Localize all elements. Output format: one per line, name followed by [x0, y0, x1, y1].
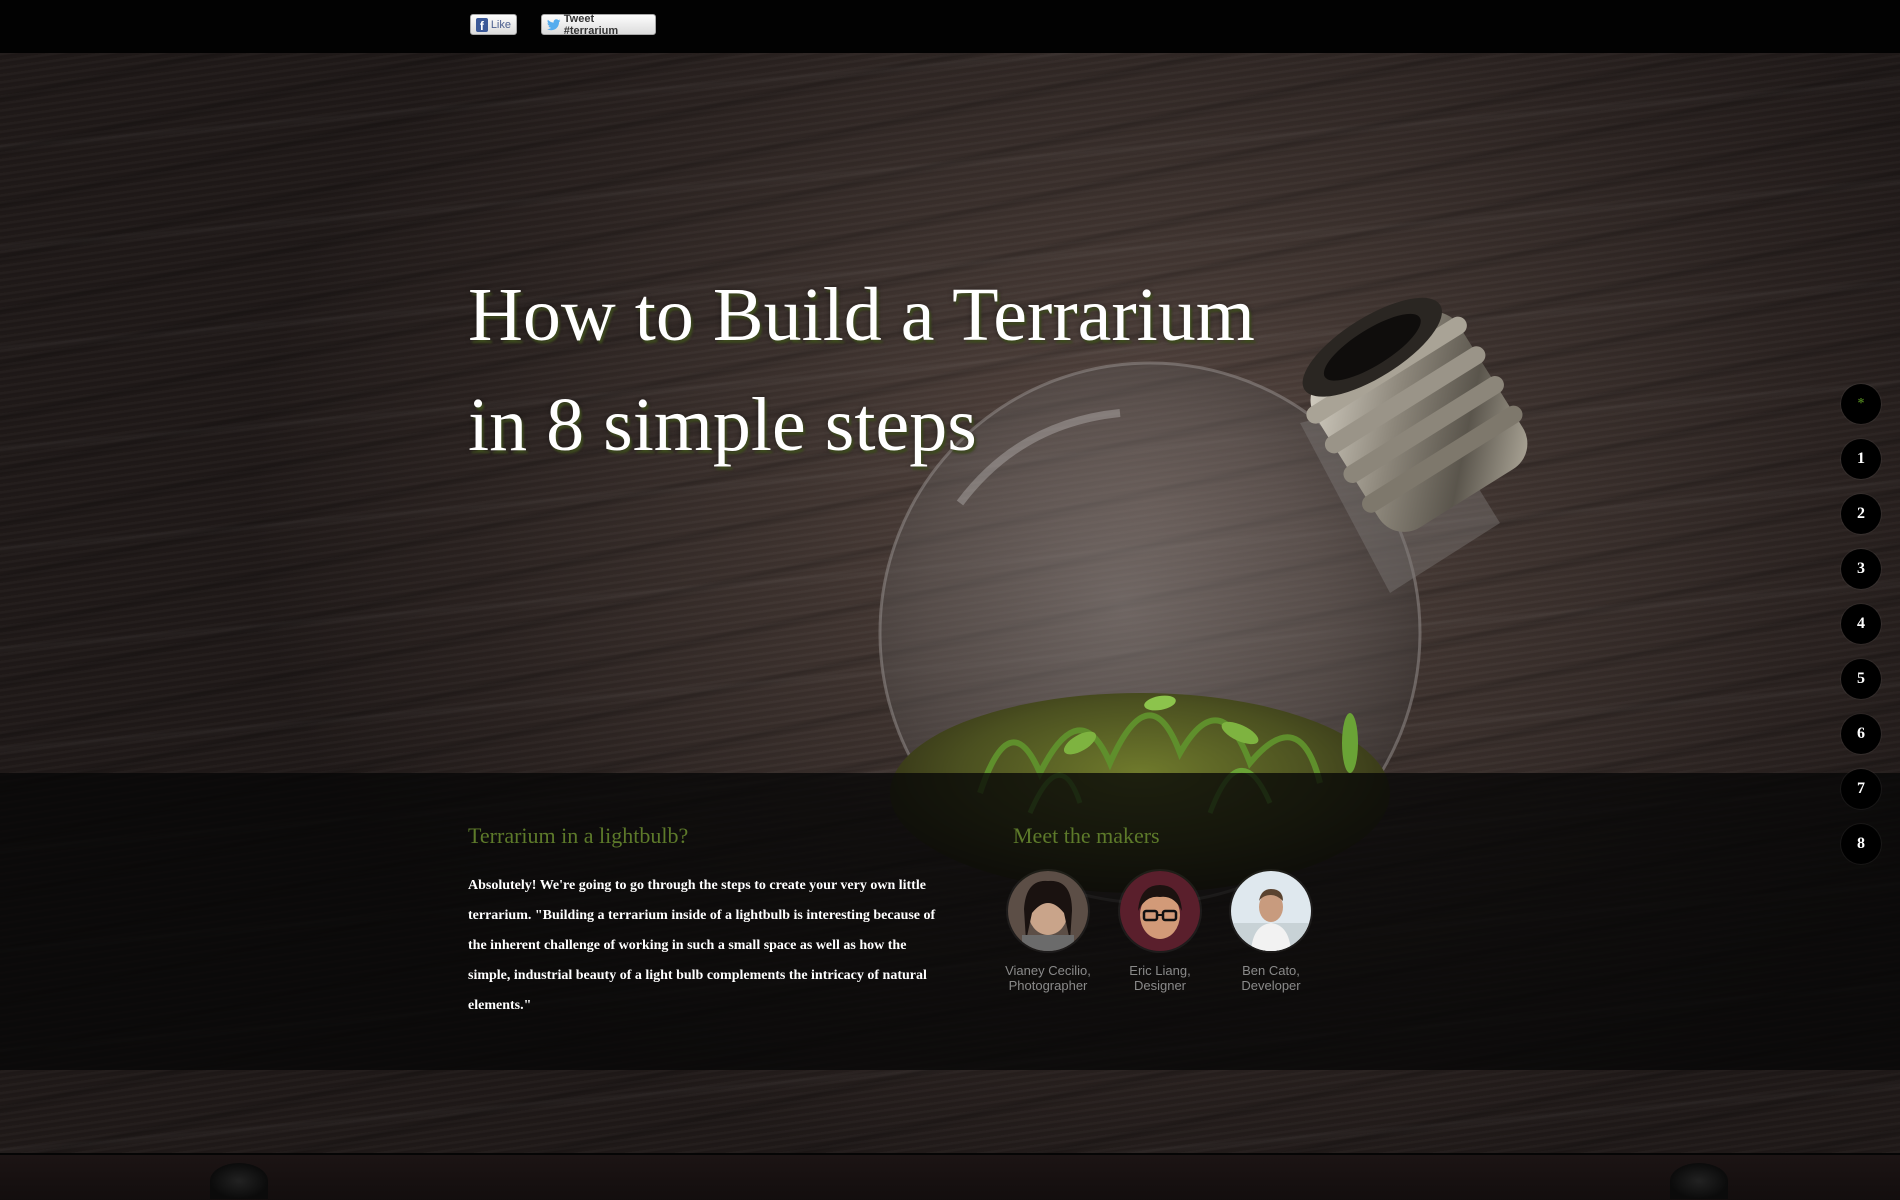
maker-name: Vianey Cecilio,: [1005, 963, 1091, 978]
maker-caption: Vianey Cecilio, Photographer: [983, 963, 1113, 993]
facebook-icon: f: [476, 17, 488, 32]
title-line-1: How to Build a Terrarium: [468, 273, 1255, 357]
decorative-knob: [210, 1163, 268, 1199]
step-nav-6[interactable]: 6: [1841, 714, 1881, 754]
next-section-preview: [0, 1153, 1900, 1200]
decorative-knob: [1670, 1163, 1728, 1199]
avatar: [1008, 871, 1088, 951]
step-navigation: * 1 2 3 4 5 6 7 8: [1841, 384, 1881, 879]
like-label: Like: [490, 18, 511, 31]
step-nav-7[interactable]: 7: [1841, 769, 1881, 809]
step-nav-2[interactable]: 2: [1841, 494, 1881, 534]
maker-role: Photographer: [1008, 978, 1088, 993]
facebook-like-button[interactable]: f Like: [470, 14, 517, 35]
tweet-label: Tweet #terrarium: [563, 12, 619, 37]
step-nav-8[interactable]: 8: [1841, 824, 1881, 864]
tweet-button[interactable]: Tweet #terrarium: [541, 12, 656, 37]
avatar-photo: [1008, 871, 1088, 951]
intro-section: Terrarium in a lightbulb? Absolutely! We…: [0, 773, 1900, 1070]
about-text: Absolutely! We're going to go through th…: [468, 878, 936, 1013]
step-nav-intro[interactable]: *: [1841, 384, 1881, 424]
twitter-bird-icon: [547, 18, 561, 30]
maker-caption: Ben Cato, Developer: [1206, 963, 1336, 993]
avatar: [1120, 871, 1200, 951]
avatar-photo: [1120, 871, 1200, 951]
step-nav-5[interactable]: 5: [1841, 659, 1881, 699]
avatar: [1231, 871, 1311, 951]
page-title: How to Build a Terrarium in 8 simple ste…: [468, 260, 1255, 480]
top-bar: f Like Tweet #terrarium: [0, 0, 1900, 53]
step-nav-1[interactable]: 1: [1841, 439, 1881, 479]
maker-card-ben: Ben Cato, Developer: [1206, 871, 1336, 993]
avatar-photo: [1231, 871, 1311, 951]
maker-name: Ben Cato,: [1242, 963, 1300, 978]
step-nav-4[interactable]: 4: [1841, 604, 1881, 644]
maker-role: Developer: [1241, 978, 1301, 993]
step-nav-3[interactable]: 3: [1841, 549, 1881, 589]
about-heading: Terrarium in a lightbulb?: [468, 823, 689, 848]
makers-heading: Meet the makers: [1013, 823, 1160, 848]
maker-card-vianey: Vianey Cecilio, Photographer: [983, 871, 1113, 993]
title-line-2: in 8 simple steps: [468, 383, 977, 467]
